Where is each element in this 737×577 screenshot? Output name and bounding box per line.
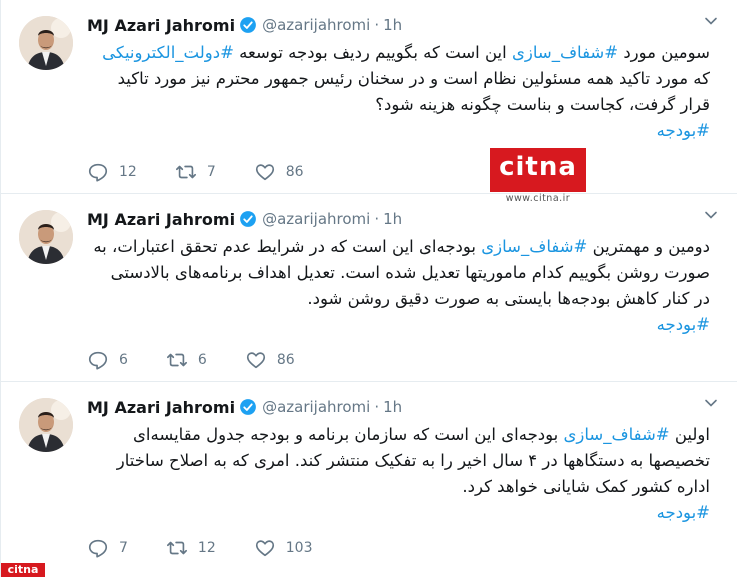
verified-badge-icon <box>240 17 256 33</box>
author-name[interactable]: MJ Azari Jahromi <box>87 398 235 417</box>
hashtag-link[interactable]: #شفاف_سازی <box>512 43 618 62</box>
tweet-actions: 6 6 86 <box>87 348 333 372</box>
tweet-line: صورت روشن بگوییم کدام ماموریتها تعدیل شد… <box>87 260 710 286</box>
tweet-header: MJ Azari Jahromi @azarijahromi · 1h <box>87 206 402 232</box>
author-handle[interactable]: @azarijahromi <box>262 16 370 34</box>
retweet-icon <box>166 541 187 555</box>
timestamp[interactable]: 1h <box>383 398 402 416</box>
reply-button[interactable]: 12 <box>87 161 137 183</box>
tweet-line: اداره کشور کمک شایانی خواهد کرد. <box>87 474 710 500</box>
tweet-card[interactable]: MJ Azari Jahromi @azarijahromi · 1h سومی… <box>1 0 737 194</box>
text-run: تخصیصها به دستگاهها در ۴ سال اخیر را به … <box>116 451 710 470</box>
reply-count: 7 <box>119 540 128 556</box>
tweet-card[interactable]: MJ Azari Jahromi @azarijahromi · 1h دومی… <box>1 194 737 382</box>
avatar[interactable] <box>19 210 73 264</box>
tweet-line: قرار گرفت، کجاست و بناست چگونه هزینه شود… <box>87 92 710 118</box>
retweet-button[interactable]: 6 <box>166 349 207 371</box>
hashtag-link[interactable]: #شفاف_سازی <box>481 237 587 256</box>
text-run: قرار گرفت، کجاست و بناست چگونه هزینه شود… <box>375 95 710 114</box>
like-button[interactable]: 86 <box>254 161 304 183</box>
retweet-icon <box>166 353 187 367</box>
heart-icon <box>246 352 265 369</box>
tweet-actions: 12 7 86 <box>87 160 342 184</box>
separator-dot: · <box>374 398 380 416</box>
separator-dot: · <box>374 210 380 228</box>
tweet-header: MJ Azari Jahromi @azarijahromi · 1h <box>87 394 402 420</box>
hashtag-link[interactable]: #دولت_الکترونیکی <box>102 43 234 62</box>
tweet-card[interactable]: MJ Azari Jahromi @azarijahromi · 1h اولی… <box>1 382 737 577</box>
timestamp[interactable]: 1h <box>383 210 402 228</box>
text-run: در کنار کاهش بودجه‌ها بایستی به صورت دقی… <box>307 289 710 308</box>
reply-count: 12 <box>119 164 137 180</box>
reply-icon <box>88 351 108 370</box>
author-handle[interactable]: @azarijahromi <box>262 398 370 416</box>
heart-icon <box>255 540 274 557</box>
text-run: اولین <box>669 425 710 444</box>
text-run: بودجه‌ای این است که سازمان برنامه و بودج… <box>133 425 564 444</box>
tweet-text: دومین و مهمترین #شفاف_سازی بودجه‌ای این … <box>87 234 710 338</box>
logo-text: citna <box>499 152 577 182</box>
logo-url: www.citna.ir <box>505 193 571 204</box>
chevron-down-icon[interactable] <box>704 396 718 410</box>
tweet-actions: 7 12 103 <box>87 536 350 560</box>
reply-button[interactable]: 6 <box>87 349 128 371</box>
hashtag-link[interactable]: #بودجه <box>657 121 710 140</box>
tweet-line: تخصیصها به دستگاهها در ۴ سال اخیر را به … <box>87 448 710 474</box>
reply-button[interactable]: 7 <box>87 537 128 559</box>
reply-count: 6 <box>119 352 128 368</box>
chevron-down-icon[interactable] <box>704 208 718 222</box>
tweet-text: اولین #شفاف_سازی بودجه‌ای این است که ساز… <box>87 422 710 526</box>
avatar[interactable] <box>19 16 73 70</box>
tweet-text: سومین مورد #شفاف_سازی این است که بگوییم … <box>87 40 710 144</box>
tweet-line: #بودجه <box>87 312 710 338</box>
chevron-down-icon[interactable] <box>704 14 718 28</box>
verified-badge-icon <box>240 399 256 415</box>
retweet-button[interactable]: 7 <box>175 161 216 183</box>
text-run: این است که بگوییم ردیف بودجه توسعه <box>233 43 512 62</box>
separator-dot: · <box>374 16 380 34</box>
text-run: بودجه‌ای این است که در شرایط عدم تحقق اع… <box>93 237 482 256</box>
like-button[interactable]: 103 <box>254 537 313 559</box>
retweet-icon <box>175 165 196 179</box>
retweet-count: 6 <box>197 352 207 368</box>
retweet-button[interactable]: 12 <box>166 537 216 559</box>
reply-icon <box>88 163 108 182</box>
tweet-line: دومین و مهمترین #شفاف_سازی بودجه‌ای این … <box>87 234 710 260</box>
reply-icon <box>88 539 108 558</box>
like-button[interactable]: 86 <box>245 349 295 371</box>
like-count: 86 <box>276 352 295 368</box>
text-run: دومین و مهمترین <box>587 237 710 256</box>
tweet-header: MJ Azari Jahromi @azarijahromi · 1h <box>87 12 402 38</box>
like-count: 103 <box>285 540 313 556</box>
tweet-line: در کنار کاهش بودجه‌ها بایستی به صورت دقی… <box>87 286 710 312</box>
hashtag-link[interactable]: #بودجه <box>657 315 710 334</box>
avatar[interactable] <box>19 398 73 452</box>
retweet-count: 7 <box>206 164 216 180</box>
hashtag-link[interactable]: #شفاف_سازی <box>564 425 670 444</box>
verified-badge-icon <box>240 211 256 227</box>
tweet-line: #بودجه <box>87 118 710 144</box>
author-name[interactable]: MJ Azari Jahromi <box>87 210 235 229</box>
retweet-count: 12 <box>197 540 216 556</box>
tweet-line: که مورد تاکید همه مسئولین نظام است و در … <box>87 66 710 92</box>
like-count: 86 <box>285 164 304 180</box>
corner-watermark: citna <box>1 563 45 577</box>
heart-icon <box>255 164 274 181</box>
tweet-line: اولین #شفاف_سازی بودجه‌ای این است که ساز… <box>87 422 710 448</box>
text-run: سومین مورد <box>618 43 710 62</box>
text-run: صورت روشن بگوییم کدام ماموریتها تعدیل شد… <box>110 263 710 282</box>
author-handle[interactable]: @azarijahromi <box>262 210 370 228</box>
tweet-timeline: MJ Azari Jahromi @azarijahromi · 1h سومی… <box>0 0 737 577</box>
text-run: که مورد تاکید همه مسئولین نظام است و در … <box>117 69 710 88</box>
timestamp[interactable]: 1h <box>383 16 402 34</box>
citna-logo: citna www.citna.ir <box>490 148 586 204</box>
tweet-line: #بودجه <box>87 500 710 526</box>
hashtag-link[interactable]: #بودجه <box>657 503 710 522</box>
text-run: اداره کشور کمک شایانی خواهد کرد. <box>462 477 710 496</box>
tweet-line: سومین مورد #شفاف_سازی این است که بگوییم … <box>87 40 710 66</box>
author-name[interactable]: MJ Azari Jahromi <box>87 16 235 35</box>
